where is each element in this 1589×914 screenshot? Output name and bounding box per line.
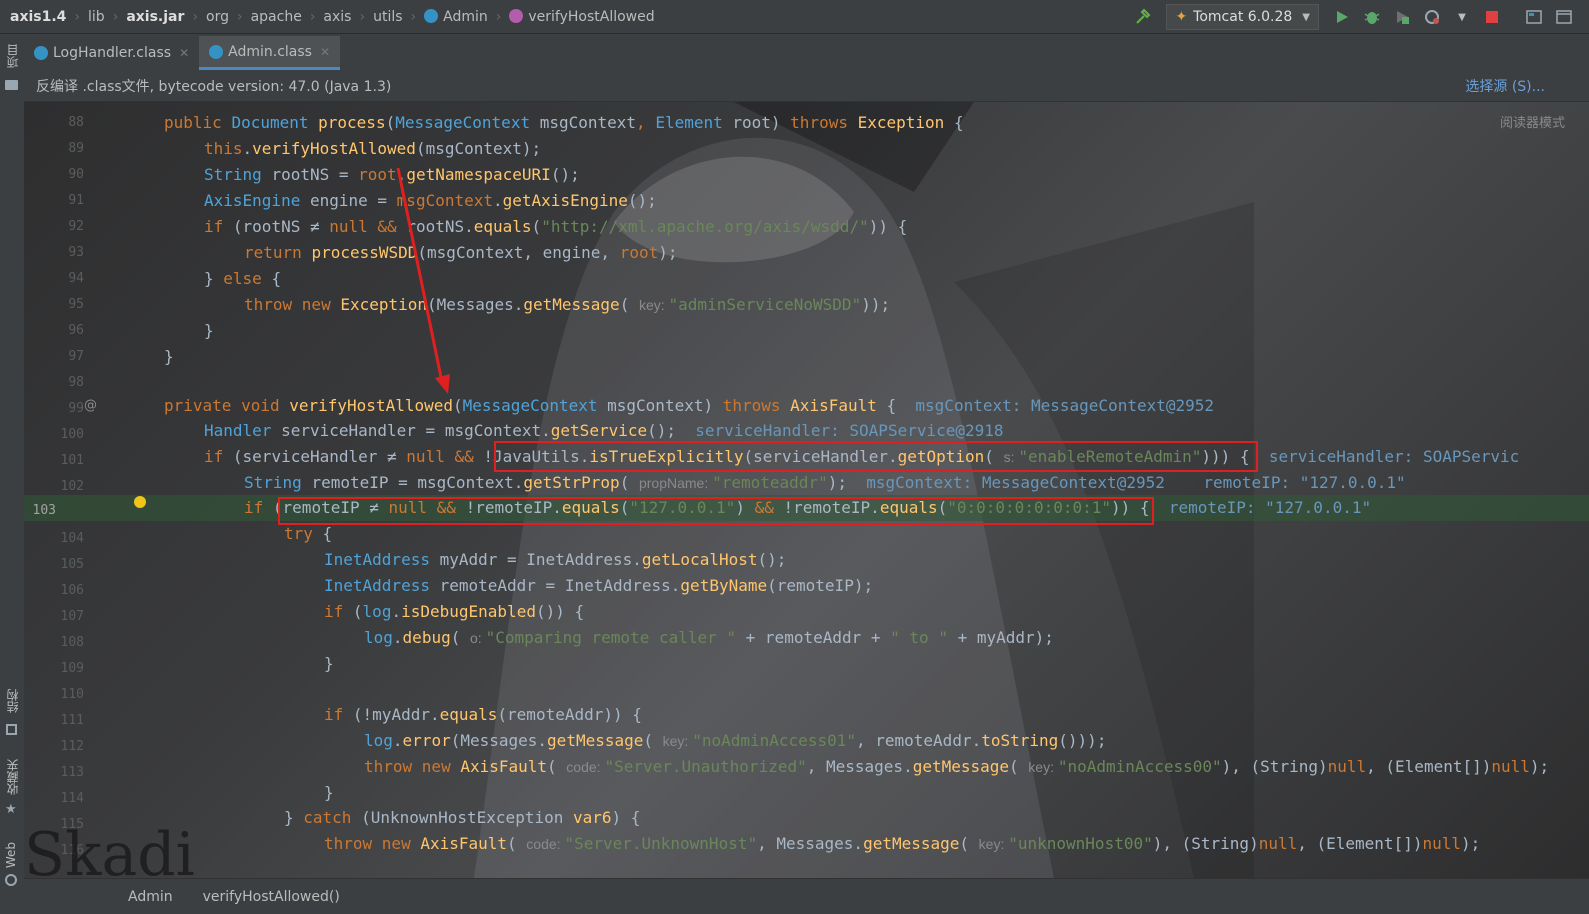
tab-loghandler-class[interactable]: LogHandler.class ✕ xyxy=(24,36,199,70)
web-tool-button[interactable]: Web xyxy=(4,842,18,868)
window-layout-icon[interactable] xyxy=(1553,6,1575,28)
breadcrumb-method-label: verifyHostAllowed xyxy=(528,8,655,25)
folder-icon xyxy=(5,80,18,90)
breadcrumb-org[interactable]: org xyxy=(206,9,229,25)
close-icon[interactable]: ✕ xyxy=(179,46,189,60)
breadcrumb-admin-label: Admin xyxy=(443,8,488,25)
favorites-tool-button[interactable]: 收藏夹 xyxy=(4,759,21,795)
chevron-down-icon: ▼ xyxy=(1302,11,1310,23)
run-configuration-label: Tomcat 6.0.28 xyxy=(1193,9,1293,25)
bottom-breadcrumb-method[interactable]: verifyHostAllowed() xyxy=(203,889,340,905)
method-icon xyxy=(509,8,524,23)
class-icon xyxy=(209,44,224,59)
run-with-coverage-icon[interactable] xyxy=(1391,6,1413,28)
breadcrumb-separator: › xyxy=(359,8,366,25)
tomcat-icon: ✦ xyxy=(1175,9,1188,25)
breadcrumb-separator: › xyxy=(309,8,316,25)
breadcrumb-lib[interactable]: lib xyxy=(88,9,105,25)
editor-breadcrumb-bar: Admin verifyHostAllowed() xyxy=(24,878,1589,914)
structure-tool-button[interactable]: 结构 xyxy=(4,689,21,713)
breadcrumb-jar[interactable]: axis.jar xyxy=(126,9,184,25)
breadcrumb-separator: › xyxy=(410,8,417,25)
breadcrumb-separator: › xyxy=(74,8,81,25)
editor-tabs: LogHandler.class ✕ Admin.class ✕ xyxy=(24,34,1589,70)
tab-label: LogHandler.class xyxy=(53,45,172,61)
debug-icon[interactable] xyxy=(1361,6,1383,28)
close-icon[interactable]: ✕ xyxy=(320,45,330,59)
tab-label: Admin.class xyxy=(228,43,312,60)
breadcrumb-separator: › xyxy=(495,8,502,25)
bottom-breadcrumb-class[interactable]: Admin xyxy=(128,889,173,905)
project-structure-icon[interactable] xyxy=(1523,6,1545,28)
structure-icon xyxy=(6,724,17,735)
breadcrumb-method[interactable]: verifyHostAllowed xyxy=(509,8,655,25)
star-icon: ★ xyxy=(5,802,17,817)
toolbar: ✦ Tomcat 6.0.28 ▼ ▼ xyxy=(1128,0,1589,34)
profile-icon[interactable] xyxy=(1421,6,1443,28)
more-run-options-icon[interactable]: ▼ xyxy=(1451,6,1473,28)
decompiled-notice-bar: 反编译 .class文件, bytecode version: 47.0 (Ja… xyxy=(24,70,1589,102)
breadcrumb: axis1.4 › lib › axis.jar › org › apache › axi… xyxy=(0,0,655,33)
breadcrumb-apache[interactable]: apache xyxy=(251,9,302,25)
breadcrumb-axis[interactable]: axis xyxy=(323,9,351,25)
class-icon xyxy=(424,8,439,23)
breadcrumb-separator: › xyxy=(236,8,243,25)
project-tool-button[interactable]: 项目 xyxy=(4,44,21,68)
run-configuration-select[interactable]: ✦ Tomcat 6.0.28 ▼ xyxy=(1166,4,1319,30)
breadcrumb-project[interactable]: axis1.4 xyxy=(10,9,66,25)
navigation-bar: axis1.4 › lib › axis.jar › org › apache › axi… xyxy=(0,0,1589,34)
breadcrumb-separator: › xyxy=(112,8,119,25)
annotation-arrow xyxy=(396,167,450,394)
run-icon[interactable] xyxy=(1331,6,1353,28)
tool-window-strip: 项目 结构 收藏夹 ★ Web xyxy=(0,34,25,914)
choose-sources-link[interactable]: 选择源 (S)... xyxy=(1465,76,1545,96)
code-editor[interactable]: 阅读器模式 88 89 90 91 92 93 94 95 96 97 98 9… xyxy=(24,102,1589,878)
globe-icon xyxy=(5,874,17,886)
breadcrumb-separator: › xyxy=(192,8,198,25)
decompiled-notice-text: 反编译 .class文件, bytecode version: 47.0 (Ja… xyxy=(36,78,392,95)
tab-admin-class[interactable]: Admin.class ✕ xyxy=(199,36,341,70)
breadcrumb-admin-class[interactable]: Admin xyxy=(424,8,488,25)
breadcrumb-utils[interactable]: utils xyxy=(373,9,402,25)
build-hammer-icon[interactable] xyxy=(1132,6,1154,28)
class-icon xyxy=(34,46,48,60)
stop-icon[interactable] xyxy=(1481,6,1503,28)
